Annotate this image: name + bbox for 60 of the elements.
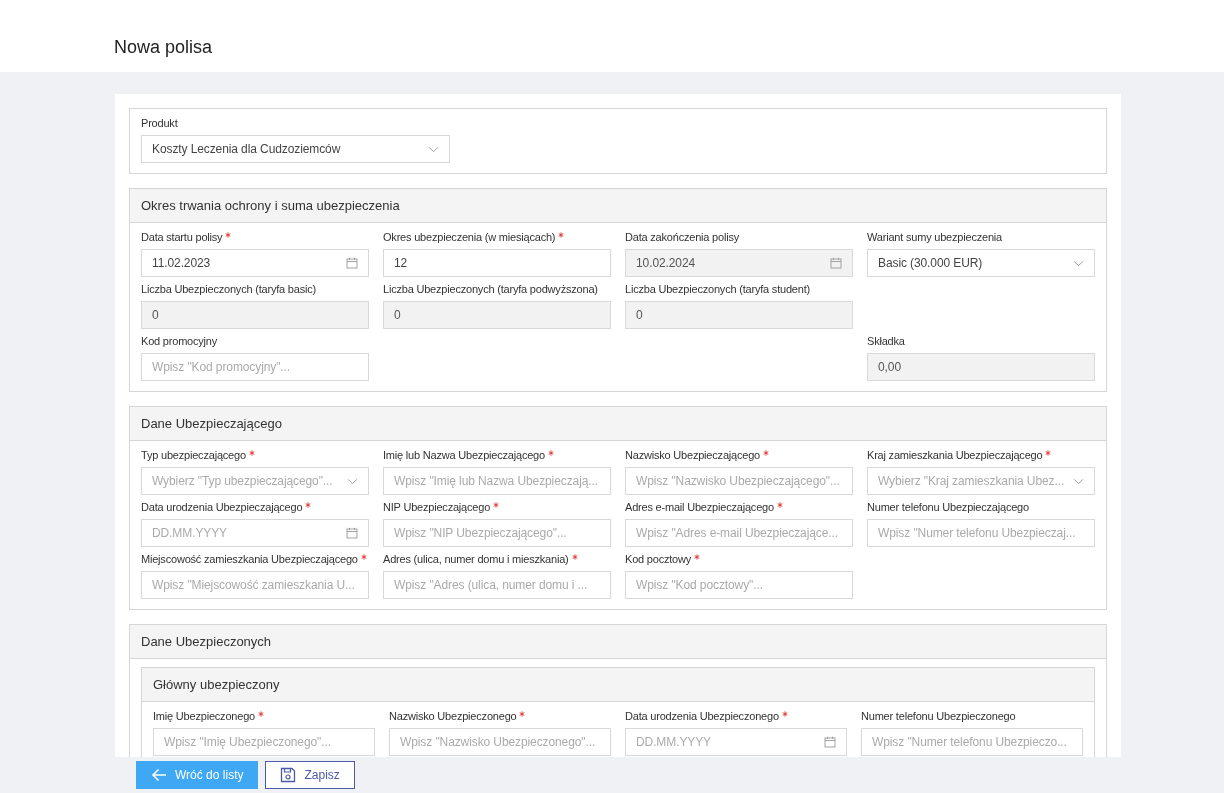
input-field[interactable]: Wpisz "Nazwisko Ubezpieczającego"... xyxy=(625,467,853,495)
field-label: Imię lub Nazwa Ubezpieczającego xyxy=(383,449,545,461)
arrow-left-icon xyxy=(151,768,167,782)
input-field[interactable]: Wpisz "Adres e-mail Ubezpieczające... xyxy=(625,519,853,547)
field-label: Liczba Ubezpieczonych (taryfa basic) xyxy=(141,283,316,295)
page-title: Nowa polisa xyxy=(114,37,213,58)
field-label: Miejscowość zamieszkania Ubezpieczającego xyxy=(141,553,358,565)
input-field[interactable]: Wpisz "Imię Ubezpieczonego"... xyxy=(153,728,375,756)
field-label: Produkt xyxy=(141,117,178,129)
field-label: Adres (ulica, numer domu i mieszkania) xyxy=(383,553,569,565)
calendar-icon xyxy=(830,257,842,269)
back-button[interactable]: Wróć do listy xyxy=(136,761,259,789)
chevron-down-icon xyxy=(347,477,358,485)
input-field[interactable]: Wpisz "Kod promocyjny"... xyxy=(141,353,369,381)
field-label: Liczba Ubezpieczonych (taryfa podwyższona) xyxy=(383,283,598,295)
select-field[interactable]: Wybierz "Typ ubezpieczającego"... xyxy=(141,467,369,495)
calendar-icon xyxy=(346,257,358,269)
field-label: Data urodzenia Ubezpieczonego xyxy=(625,710,779,722)
calendar-icon xyxy=(346,527,358,539)
field-label: Data startu polisy xyxy=(141,231,223,243)
field-label: Kod pocztowy xyxy=(625,553,692,565)
field-label: Data urodzenia Ubezpieczającego xyxy=(141,501,303,513)
input-field[interactable]: Wpisz "NIP Ubezpieczającego"... xyxy=(383,519,611,547)
input-field[interactable]: Wpisz "Numer telefonu Ubezpieczo... xyxy=(861,728,1083,756)
section-title: Dane Ubezpieczonych xyxy=(141,634,272,649)
select-field[interactable]: Basic (30.000 EUR) xyxy=(867,249,1095,277)
field-label: Kraj zamieszkania Ubezpieczającego xyxy=(867,449,1043,461)
date-field[interactable]: DD.MM.YYYY xyxy=(625,728,847,756)
field-label: NIP Ubezpieczającego xyxy=(383,501,491,513)
input-field[interactable]: Wpisz "Kod pocztowy"... xyxy=(625,571,853,599)
section-title: Dane Ubezpieczającego xyxy=(141,416,282,431)
section-title: Okres trwania ochrony i suma ubezpieczenia xyxy=(141,198,400,213)
chevron-down-icon xyxy=(1073,259,1084,267)
field-label: Kod promocyjny xyxy=(141,335,218,347)
select-field[interactable]: Wybierz "Kraj zamieszkania Ubez... xyxy=(867,467,1095,495)
field-label: Składka xyxy=(867,335,905,347)
field-label: Adres e-mail Ubezpieczającego xyxy=(625,501,774,513)
date-field[interactable]: 11.02.2023 xyxy=(141,249,369,277)
input-field[interactable]: Wpisz "Imię lub Nazwa Ubezpieczają... xyxy=(383,467,611,495)
field-label: Okres ubezpieczenia (w miesiącach) xyxy=(383,231,556,243)
field-label: Typ ubezpieczającego xyxy=(141,449,246,461)
chevron-down-icon xyxy=(1073,477,1084,485)
field-label: Nazwisko Ubezpieczonego xyxy=(389,710,517,722)
input-field[interactable]: Wpisz "Nazwisko Ubezpieczonego"... xyxy=(389,728,611,756)
input-field[interactable]: 12 xyxy=(383,249,611,277)
date-field[interactable]: DD.MM.YYYY xyxy=(141,519,369,547)
calendar-icon xyxy=(824,736,836,748)
chevron-down-icon xyxy=(428,145,439,153)
field-label: Wariant sumy ubezpieczenia xyxy=(867,231,1002,243)
field-label: Numer telefonu Ubezpieczonego xyxy=(861,710,1016,722)
field-label: Imię Ubezpieczonego xyxy=(153,710,255,722)
field-label: Data zakończenia polisy xyxy=(625,231,740,243)
input-field[interactable]: Wpisz "Miejscowość zamieszkania U... xyxy=(141,571,369,599)
field-label: Nazwisko Ubezpieczającego xyxy=(625,449,760,461)
field-label: Numer telefonu Ubezpieczającego xyxy=(867,501,1029,513)
select-field[interactable]: Koszty Leczenia dla Cudzoziemców xyxy=(141,135,450,163)
subsection-title: Główny ubezpieczony xyxy=(153,677,280,692)
field-label: Liczba Ubezpieczonych (taryfa student) xyxy=(625,283,810,295)
save-button[interactable]: Zapisz xyxy=(265,761,355,789)
input-field[interactable]: Wpisz "Numer telefonu Ubezpieczaj... xyxy=(867,519,1095,547)
